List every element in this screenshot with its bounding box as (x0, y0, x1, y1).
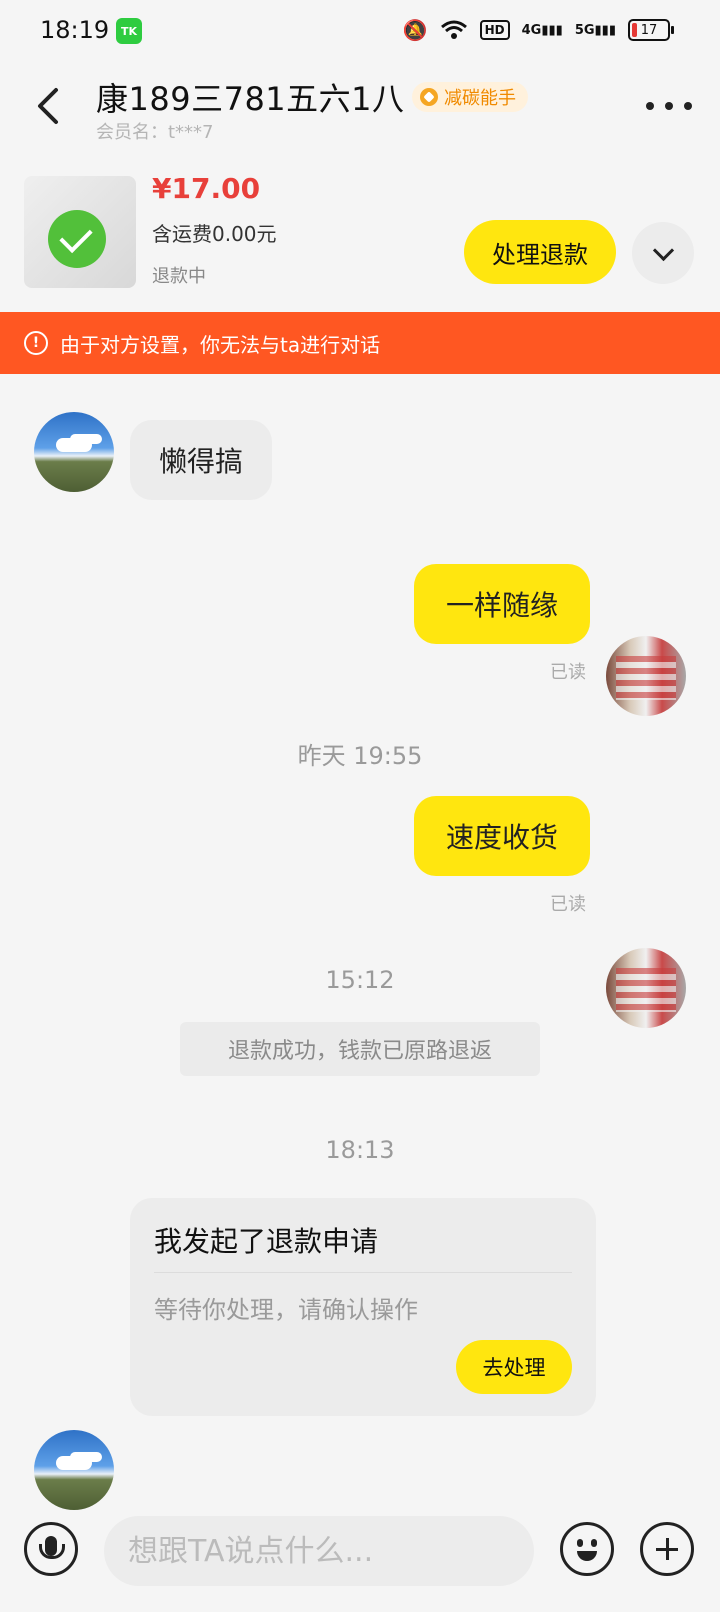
chevron-down-icon (652, 239, 674, 261)
signal-5g-icon: 5G▮▮▮ (574, 22, 616, 38)
chevron-left-icon (38, 88, 58, 124)
read-receipt: 已读 (550, 662, 586, 683)
member-name: 会员名：t***7 (96, 122, 214, 143)
message-input[interactable] (104, 1516, 534, 1586)
battery-icon: 17 (628, 19, 674, 41)
refund-status: 退款中 (152, 266, 206, 287)
shipping-fee: 含运费0.00元 (152, 222, 277, 246)
status-time: 18:19 (40, 16, 110, 44)
signal-4g-icon: 4G▮▮▮ (521, 22, 563, 38)
voice-input-button[interactable] (24, 1522, 78, 1576)
expand-order-button[interactable] (632, 222, 694, 284)
more-dot-icon (646, 102, 654, 110)
add-attachment-button[interactable] (640, 1522, 694, 1576)
contact-name: 康189三781五六1八 (96, 80, 405, 118)
mute-bell-icon: 🔕 (402, 18, 428, 42)
chat-disabled-text: 由于对方设置，你无法与ta进行对话 (60, 332, 381, 357)
refund-request-card: 我发起了退款申请 等待你处理，请确认操作 去处理 (130, 1198, 596, 1416)
status-bar: 18:19 TK 🔕 HD 4G▮▮▮ 5G▮▮▮ 17 (0, 0, 720, 64)
emoji-icon-mouth (577, 1551, 597, 1561)
message-bubble-outgoing[interactable]: 一样随缘 (414, 564, 590, 644)
status-icons: 🔕 HD 4G▮▮▮ 5G▮▮▮ 17 (402, 18, 674, 42)
leaf-icon (420, 88, 438, 106)
more-dot-icon (665, 102, 673, 110)
more-options-button[interactable] (646, 96, 692, 116)
system-message: 退款成功，钱款已原路退返 (180, 1022, 540, 1076)
back-button[interactable] (30, 84, 70, 128)
wifi-icon (440, 20, 467, 39)
message-timestamp: 15:12 (325, 966, 395, 994)
message-timestamp: 18:13 (325, 1136, 395, 1164)
emoji-button[interactable] (560, 1522, 614, 1576)
go-process-button[interactable]: 去处理 (456, 1340, 572, 1394)
message-timestamp: 昨天 19:55 (297, 742, 423, 770)
carbon-badge[interactable]: 减碳能手 (412, 82, 528, 112)
read-receipt: 已读 (550, 894, 586, 915)
more-dot-icon (684, 102, 692, 110)
hd-icon: HD (479, 20, 510, 40)
message-bubble-outgoing[interactable]: 速度收货 (414, 796, 590, 876)
refund-request-title: 我发起了退款申请 (154, 1225, 379, 1258)
product-thumbnail[interactable] (24, 176, 136, 288)
checkmark-icon (48, 210, 106, 268)
emoji-icon (577, 1539, 583, 1547)
info-icon: ! (24, 331, 48, 355)
emoji-icon-eye (591, 1539, 597, 1547)
carbon-badge-label: 减碳能手 (444, 88, 516, 109)
order-price: ¥17.00 (152, 172, 261, 205)
card-divider (154, 1272, 572, 1273)
my-avatar[interactable] (606, 636, 686, 716)
contact-avatar[interactable] (34, 412, 114, 492)
app-notification-icon: TK (116, 18, 142, 44)
microphone-icon (39, 1536, 65, 1559)
process-refund-button[interactable]: 处理退款 (464, 220, 616, 284)
message-bubble-incoming[interactable]: 懒得搞 (130, 420, 272, 500)
chat-disabled-banner: ! 由于对方设置，你无法与ta进行对话 (0, 312, 720, 374)
contact-avatar[interactable] (34, 1430, 114, 1510)
refund-request-subtitle: 等待你处理，请确认操作 (154, 1296, 418, 1324)
